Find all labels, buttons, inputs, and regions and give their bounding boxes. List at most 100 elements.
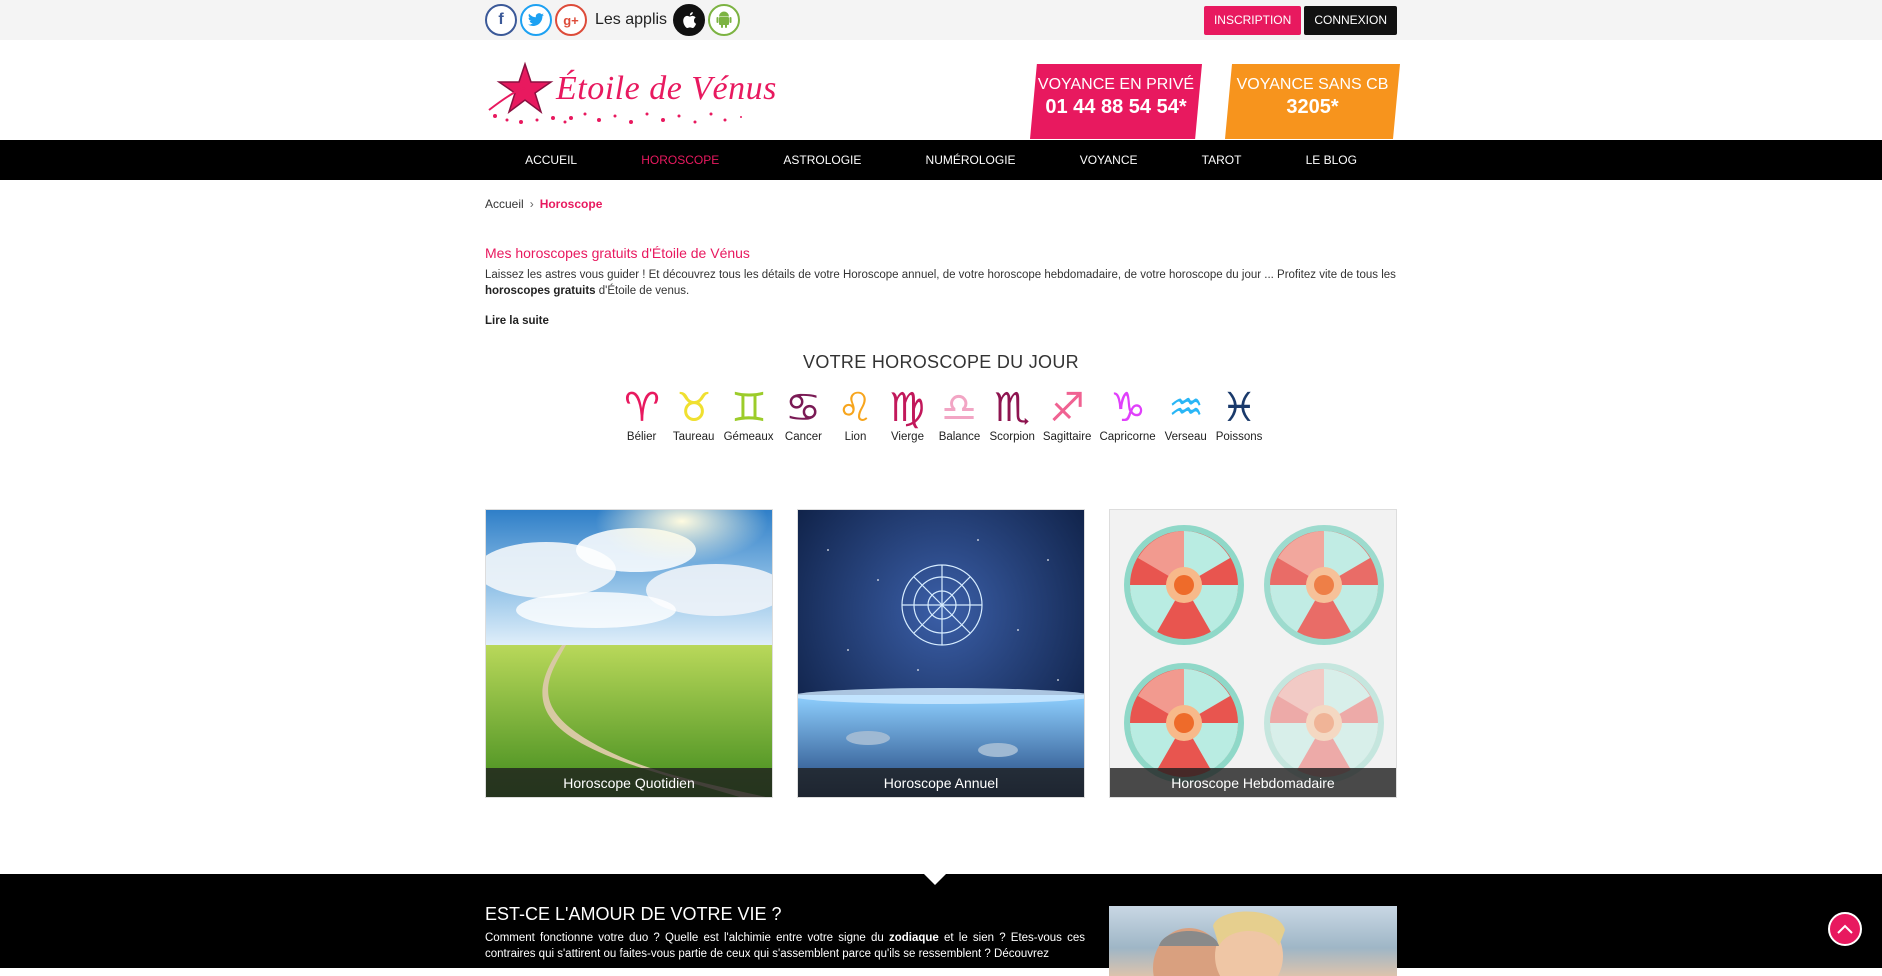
zodiac-sign[interactable]: ♍ Vierge: [881, 385, 933, 443]
nav-astrologie[interactable]: ASTROLOGIE: [783, 153, 861, 167]
svg-text:♊: ♊: [731, 385, 767, 429]
sparkle-trail-icon: [569, 112, 742, 124]
svg-text:♉: ♉: [676, 385, 712, 429]
read-more-link[interactable]: Lire la suite: [485, 315, 1397, 327]
zodiac-sign-label: Balance: [938, 431, 981, 443]
zodiac-icon: ♌: [838, 385, 874, 429]
zodiac-icon: ♊: [731, 385, 767, 429]
svg-text:♓: ♓: [1221, 385, 1257, 429]
svg-text:♐: ♐: [1049, 385, 1085, 429]
apple-icon[interactable]: [673, 4, 706, 36]
zodiac-sign[interactable]: ♑ Capricorne: [1095, 385, 1159, 443]
inscription-button[interactable]: INSCRIPTION: [1203, 5, 1302, 35]
couple-image: [1153, 911, 1285, 976]
zodiac-sign[interactable]: ♏ Scorpion: [985, 385, 1038, 443]
promo-prive-label: VOYANCE EN PRIVÉ: [1037, 76, 1195, 93]
zodiac-sign[interactable]: ♉ Taureau: [668, 385, 720, 443]
meadow-image: [486, 510, 772, 797]
zodiac-sign[interactable]: ♒ Verseau: [1160, 385, 1212, 443]
zodiac-icon: ♓: [1221, 385, 1257, 429]
svg-text:♑: ♑: [1110, 385, 1146, 429]
nav-horoscope[interactable]: HOROSCOPE: [641, 153, 719, 167]
intro-text-part: Laissez les astres vous guider ! Et déco…: [485, 269, 1396, 281]
intro-text: Laissez les astres vous guider ! Et déco…: [485, 267, 1397, 299]
logo-text: Étoile de Vénus: [556, 70, 777, 107]
promo-sanscb-number: 3205*: [1286, 96, 1339, 118]
zodiac-icon: ♈: [624, 385, 660, 429]
zodiac-sign[interactable]: ♎ Balance: [933, 385, 985, 443]
zodiac-sign-label: Lion: [844, 431, 867, 443]
site-logo[interactable]: Étoile de Vénus: [485, 60, 785, 130]
svg-text:♍: ♍: [890, 385, 926, 429]
card-horoscope-hebdomadaire[interactable]: Horoscope Hebdomadaire: [1109, 509, 1397, 798]
intro-text-part: d'Étoile de venus.: [595, 285, 690, 297]
site-header: Étoile de Vénus VOYANCE EN PRIVÉ 01 44 8…: [0, 40, 1882, 140]
zodiac-sign-label: Poissons: [1215, 431, 1263, 443]
nav-tarot[interactable]: TAROT: [1202, 153, 1242, 167]
zodiac-sign[interactable]: ♋ Cancer: [777, 385, 829, 443]
nav-voyance[interactable]: VOYANCE: [1080, 153, 1138, 167]
love-text-bold: zodiaque: [888, 932, 939, 944]
promo-sanscb-label: VOYANCE SANS CB: [1236, 76, 1389, 93]
google-plus-icon[interactable]: g+: [555, 4, 587, 36]
breadcrumb-current: Horoscope: [539, 197, 603, 211]
love-text: Comment fonctionne votre duo ? Quelle es…: [485, 930, 1085, 962]
zodiac-sign[interactable]: ♌ Lion: [829, 385, 881, 443]
zodiac-icon: ♒: [1168, 385, 1204, 429]
zodiac-sign-label: Scorpion: [989, 431, 1035, 443]
top-bar: f g+ Les applis INSCRIPTION CONNEXION: [0, 0, 1882, 40]
zodiac-icon: ♏: [994, 385, 1030, 429]
zodiac-sign-label: Cancer: [784, 431, 822, 443]
chevron-up-icon: [1837, 924, 1853, 934]
intro-text-bold: horoscopes gratuits: [485, 285, 596, 297]
voyance-sans-cb-banner[interactable]: VOYANCE SANS CB 3205*: [1225, 64, 1400, 139]
svg-text:♒: ♒: [1168, 385, 1204, 429]
zodiac-sign[interactable]: ♓ Poissons: [1212, 385, 1267, 443]
breadcrumb: Accueil › Horoscope: [485, 196, 1397, 212]
card-caption: Horoscope Quotidien: [486, 768, 772, 797]
zodiac-wheels-image: [1110, 510, 1396, 797]
twitter-icon[interactable]: [520, 4, 552, 36]
zodiac-sign[interactable]: ♊ Gémeaux: [720, 385, 778, 443]
card-caption: Horoscope Annuel: [798, 768, 1084, 797]
nav-blog[interactable]: LE BLOG: [1306, 153, 1357, 167]
svg-text:♌: ♌: [838, 385, 874, 429]
love-section: EST-CE L'AMOUR DE VOTRE VIE ? Comment fo…: [0, 874, 1882, 976]
android-icon[interactable]: [708, 4, 741, 36]
main-nav: ACCUEIL HOROSCOPE ASTROLOGIE NUMÉROLOGIE…: [0, 140, 1882, 180]
zodiac-sign-label: Sagittaire: [1042, 431, 1092, 443]
voyance-prive-banner[interactable]: VOYANCE EN PRIVÉ 01 44 88 54 54*: [1030, 64, 1202, 139]
zodiac-sign-label: Taureau: [672, 431, 715, 443]
horoscope-cards: Horoscope Quotidien Horoscope Annuel Hor…: [485, 509, 1397, 798]
zodiac-sign-label: Bélier: [626, 431, 657, 443]
svg-text:♈: ♈: [624, 385, 660, 429]
page-title: Mes horoscopes gratuits d'Étoile de Vénu…: [485, 245, 750, 261]
card-horoscope-quotidien[interactable]: Horoscope Quotidien: [485, 509, 773, 798]
zodiac-icon: ♍: [890, 385, 926, 429]
apps-label: Les applis: [595, 11, 668, 28]
chevron-right-icon: ›: [529, 197, 534, 211]
card-horoscope-annuel[interactable]: Horoscope Annuel: [797, 509, 1085, 798]
scroll-to-top-button[interactable]: [1828, 912, 1862, 946]
nav-accueil[interactable]: ACCUEIL: [525, 153, 577, 167]
zodiac-sign-label: Vierge: [890, 431, 924, 443]
zodiac-sign-label: Gémeaux: [723, 431, 774, 443]
breadcrumb-home[interactable]: Accueil: [485, 197, 524, 211]
zodiac-sign[interactable]: ♐ Sagittaire: [1039, 385, 1096, 443]
connexion-button[interactable]: CONNEXION: [1304, 5, 1397, 35]
svg-text:♋: ♋: [786, 385, 822, 429]
facebook-icon[interactable]: f: [485, 4, 517, 36]
promo-prive-phone: 01 44 88 54 54*: [1045, 96, 1187, 118]
horoscope-day-title: VOTRE HOROSCOPE DU JOUR: [803, 352, 1079, 372]
nav-numerologie[interactable]: NUMÉROLOGIE: [926, 153, 1016, 167]
zodiac-icon: ♑: [1110, 385, 1146, 429]
couple-photo[interactable]: [1109, 906, 1397, 976]
zodiac-sign[interactable]: ♈ Bélier: [616, 385, 668, 443]
zodiac-signs: ♈ Bélier ♉ Taureau ♊ Gémeaux ♋ Cancer ♌ Lion ♍ Vier…: [485, 385, 1397, 443]
svg-text:♎: ♎: [942, 385, 978, 429]
main-content: Accueil › Horoscope Mes horoscopes gratu…: [485, 196, 1397, 798]
zodiac-icon: ♎: [942, 385, 978, 429]
love-text-part: Comment fonctionne votre duo ? Quelle es…: [485, 932, 889, 944]
zodiac-icon: ♋: [786, 385, 822, 429]
svg-text:♏: ♏: [994, 385, 1030, 429]
